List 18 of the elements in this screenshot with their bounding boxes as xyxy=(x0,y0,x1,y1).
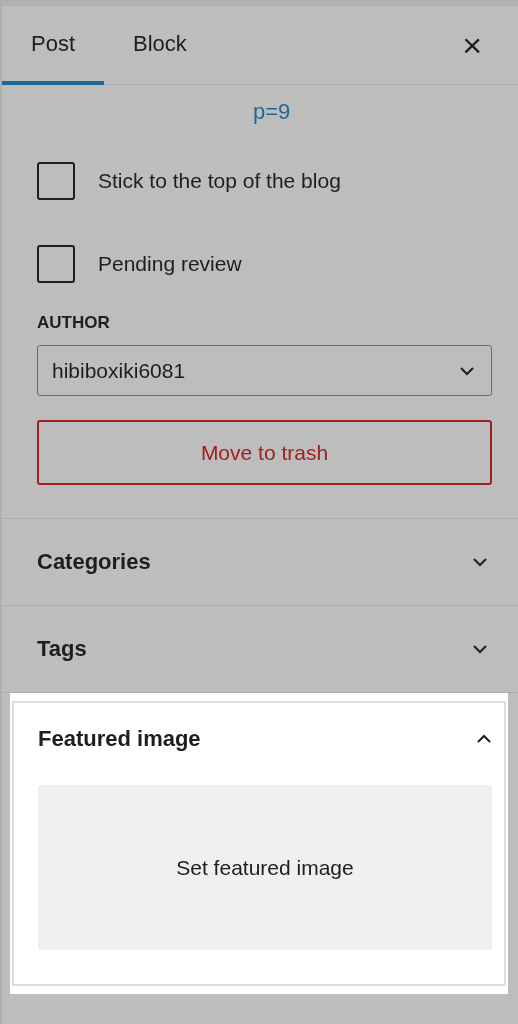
move-to-trash-button[interactable]: Move to trash xyxy=(37,420,492,485)
panel-header[interactable]: Categories xyxy=(37,519,488,605)
chevron-down-icon xyxy=(472,557,488,567)
checkbox[interactable] xyxy=(37,162,75,200)
chevron-down-icon xyxy=(472,644,488,654)
author-label: AUTHOR xyxy=(37,313,111,333)
sidebar-tab[interactable]: Post xyxy=(2,6,105,85)
close-button[interactable]: × xyxy=(456,6,488,84)
sidebar-tab[interactable]: Block xyxy=(104,6,216,85)
set-featured-image-button[interactable]: Set featured image xyxy=(38,785,492,950)
panel-header[interactable]: Tags xyxy=(37,606,488,692)
checkbox[interactable] xyxy=(37,245,75,283)
chevron-up-icon xyxy=(476,734,492,744)
chevron-down-icon xyxy=(459,365,475,376)
checkbox-label: Pending review xyxy=(98,252,242,276)
checkbox-label: Stick to the top of the blog xyxy=(98,169,341,193)
panel-header[interactable]: Featured image xyxy=(38,703,492,775)
author-select[interactable]: hibiboxiki6081 xyxy=(37,345,492,396)
